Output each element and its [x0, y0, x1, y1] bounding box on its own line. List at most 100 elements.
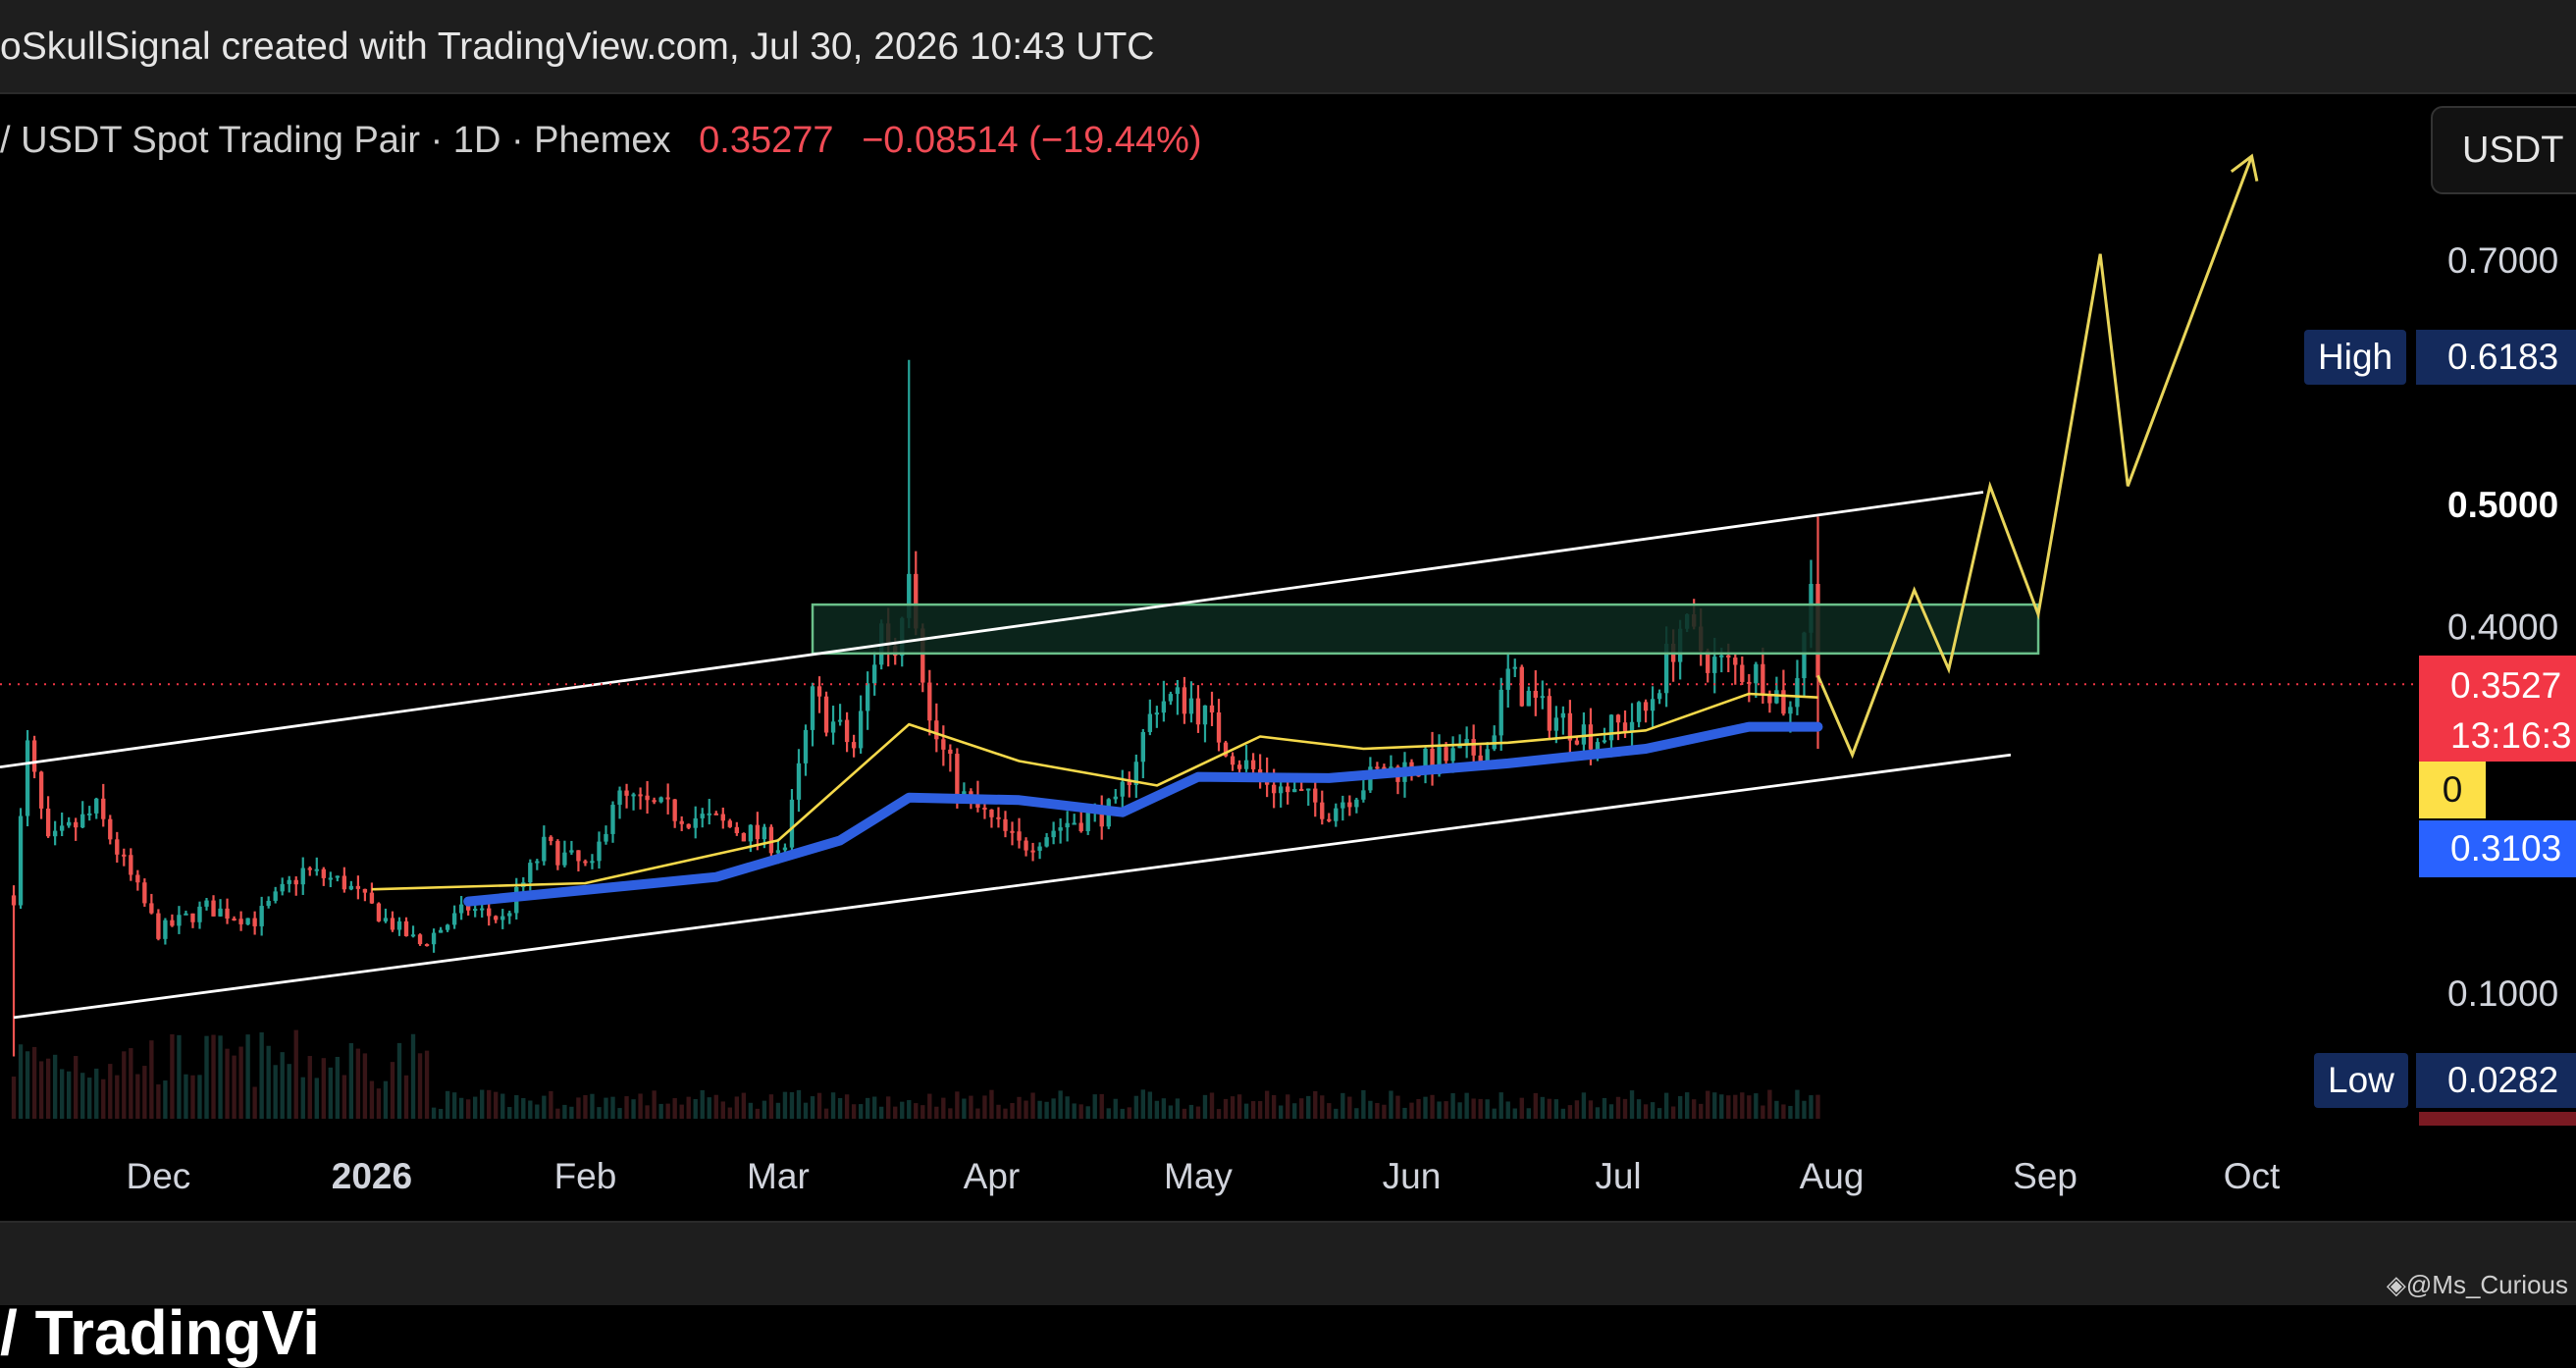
candle-body — [135, 874, 140, 883]
candle-body — [204, 900, 209, 907]
candle-body — [122, 854, 127, 857]
candle-body — [156, 913, 161, 939]
volume-bar — [975, 1108, 980, 1119]
x-tick-label: Aug — [1800, 1156, 1865, 1196]
volume-bar — [1327, 1103, 1332, 1119]
candle-body — [727, 820, 732, 827]
volume-bar — [74, 1056, 79, 1119]
volume-bar — [535, 1104, 540, 1119]
candle-body — [1120, 781, 1125, 797]
volume-bar — [789, 1091, 795, 1119]
volume-bar — [1106, 1108, 1111, 1119]
candle-body — [184, 913, 188, 916]
volume-bar — [362, 1053, 368, 1119]
candle-body — [1154, 712, 1160, 715]
candle-body — [115, 839, 120, 855]
candle-body — [941, 739, 946, 750]
volume-bar — [1726, 1095, 1731, 1119]
volume-bar — [184, 1074, 188, 1119]
volume-bar — [1670, 1106, 1676, 1119]
candle-body — [1375, 766, 1380, 769]
candle-body — [18, 816, 24, 906]
volume-bar — [390, 1062, 395, 1119]
volume-bar — [142, 1066, 147, 1119]
candle-body — [1540, 696, 1545, 699]
x-tick-label: Apr — [964, 1156, 1021, 1196]
volume-bar — [1602, 1097, 1607, 1119]
candle-body — [1113, 796, 1118, 800]
volume-bar — [844, 1094, 850, 1119]
volume-bar — [348, 1042, 354, 1119]
volume-bar — [287, 1064, 291, 1119]
volume-bar — [927, 1093, 932, 1119]
candle-body — [1334, 808, 1339, 821]
volume-bar — [273, 1065, 278, 1119]
volume-bar — [1615, 1096, 1621, 1119]
candle-body — [1017, 831, 1022, 841]
x-tick-label: Dec — [126, 1156, 190, 1196]
volume-bar — [507, 1107, 512, 1119]
candle-body — [1740, 664, 1745, 682]
candle-body — [1065, 822, 1070, 828]
volume-bar — [1519, 1097, 1524, 1119]
volume-bar — [837, 1097, 843, 1119]
volume-bar — [741, 1092, 747, 1119]
volume-bar — [451, 1092, 457, 1119]
candle-body — [293, 879, 298, 885]
moving-averages — [371, 692, 1823, 907]
candle-body — [1560, 712, 1566, 718]
volume-bar — [177, 1034, 182, 1119]
volume-bar — [66, 1071, 72, 1119]
candle-body — [335, 875, 341, 878]
volume-bar — [11, 1077, 17, 1119]
candle-body — [163, 920, 168, 939]
volume-bar — [1092, 1094, 1097, 1119]
volume-bar — [562, 1104, 567, 1119]
candle-body — [638, 794, 643, 797]
candle-body — [803, 729, 809, 763]
volume-bar — [816, 1092, 822, 1119]
candle-body — [1581, 724, 1587, 745]
candle-body — [232, 918, 237, 921]
candle-body — [934, 720, 939, 740]
volume-bar — [238, 1046, 243, 1119]
bar-countdown: 13:16:3 — [2450, 715, 2572, 756]
volume-bar — [542, 1095, 547, 1119]
candle-body — [590, 861, 595, 864]
candle-body — [693, 817, 698, 828]
volume-bar — [473, 1096, 478, 1119]
price-chart[interactable]: Dec 2026 Feb Mar Apr May Jun Jul Aug Sep Oct 0.100… — [0, 0, 2576, 1217]
volume-bar — [197, 1075, 202, 1119]
volume-bar — [45, 1058, 51, 1119]
volume-bar — [1278, 1105, 1284, 1119]
candle-body — [177, 915, 182, 926]
volume-bar — [1230, 1096, 1235, 1119]
candle-body — [837, 719, 843, 722]
volume-bar — [1492, 1108, 1497, 1119]
candle-body — [658, 797, 663, 803]
currency-unit-button[interactable]: USDT — [2431, 106, 2576, 194]
last-price-tag-value: 0.3527 — [2450, 665, 2562, 706]
candle-body — [11, 895, 17, 906]
volume-bar — [1120, 1108, 1125, 1119]
volume-bar — [52, 1054, 58, 1119]
candle-body — [1450, 748, 1455, 762]
volume-bar — [1809, 1095, 1814, 1119]
candle-body — [865, 683, 870, 711]
candle-body — [1526, 690, 1531, 707]
candle-body — [396, 921, 402, 930]
candle-body — [1058, 827, 1063, 831]
candle-body — [1595, 742, 1601, 750]
candle-body — [927, 682, 932, 721]
volume-bar — [1815, 1094, 1820, 1119]
volume-bar — [1389, 1090, 1393, 1119]
volume-bar — [941, 1097, 946, 1119]
volume-bar — [328, 1067, 333, 1119]
volume-bar — [1650, 1102, 1656, 1119]
volume-bar — [1526, 1108, 1531, 1119]
candle-body — [955, 754, 960, 795]
volume-bar — [1017, 1096, 1022, 1119]
candle-body — [38, 771, 44, 809]
volume-bar — [190, 1075, 195, 1119]
volume-bar — [163, 1080, 168, 1119]
